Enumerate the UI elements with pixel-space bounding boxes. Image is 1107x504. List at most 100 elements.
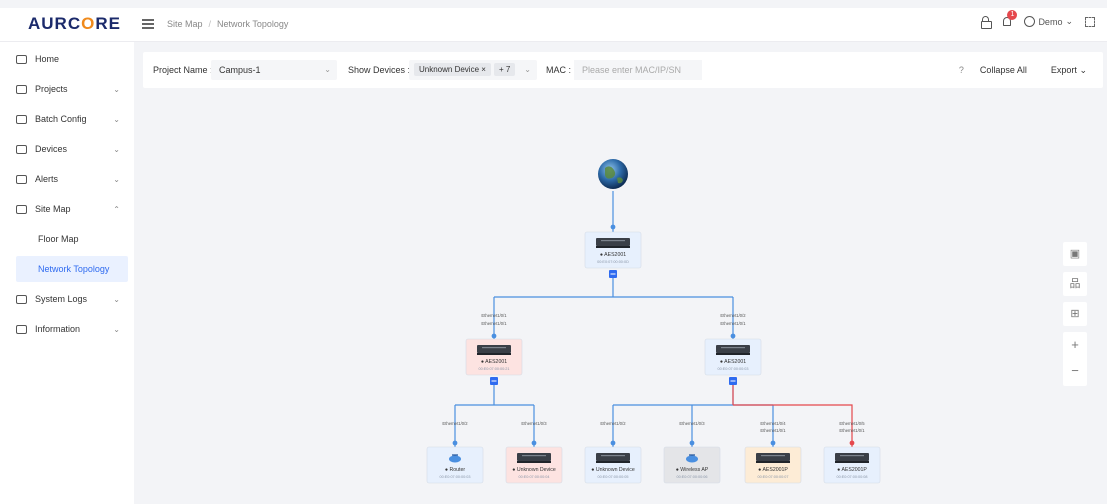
layout-horizontal-icon[interactable]: ⊞	[1063, 302, 1087, 326]
sidebar-item-home[interactable]: Home	[16, 45, 128, 73]
device-more-tag: + 7	[493, 63, 516, 76]
device-name: ● AES2001P	[837, 467, 867, 473]
device-name: ● AES2001	[720, 359, 746, 365]
device-name: ● Wireless AP	[676, 467, 709, 473]
sidebar-sub-floor-map[interactable]: Floor Map	[16, 226, 128, 252]
sidebar-item-devices[interactable]: Devices ⌄	[16, 135, 128, 163]
devices-select[interactable]: Unknown Device × + 7 ⌄	[409, 60, 537, 80]
devices-icon	[16, 144, 27, 154]
switch-base	[517, 461, 551, 463]
show-devices-label: Show Devices :	[348, 65, 411, 75]
chevron-down-icon: ⌄	[113, 84, 120, 94]
switch-ports	[761, 455, 785, 457]
sidebar: Home Projects ⌄ Batch Config ⌄ Devices ⌄ Al…	[0, 42, 134, 504]
device-mac: 00:E0:07:00:00:08	[836, 475, 867, 479]
internet-globe-icon[interactable]	[598, 159, 628, 189]
collapse-toggle-root[interactable]	[609, 270, 617, 278]
sidebar-item-label: Devices	[35, 144, 68, 154]
device-node-level2[interactable]: ● AES2001P 00:E0:07:00:00:07	[744, 446, 802, 484]
device-name: ● AES2001P	[758, 467, 788, 473]
switch-body	[517, 453, 551, 461]
device-mac: 00:E0:07:00:00:03	[439, 475, 470, 479]
sidebar-item-alerts[interactable]: Alerts ⌄	[16, 165, 128, 193]
device-name: ● Unknown Device	[512, 467, 556, 473]
mac-search-input[interactable]: Please enter MAC/IP/SN	[574, 60, 702, 80]
export-label: Export	[1050, 65, 1077, 75]
system-logs-icon	[16, 294, 27, 304]
brand-logo: AURCORE	[28, 14, 121, 33]
save-image-icon[interactable]: ▣	[1063, 242, 1087, 266]
device-name: ● AES2001	[481, 359, 507, 365]
port-label: Ethernet1/0/4	[760, 421, 786, 426]
chevron-down-icon: ⌄	[113, 114, 120, 124]
port-label: Ethernet1/0/5	[839, 421, 865, 426]
projects-icon	[16, 84, 27, 94]
switch-ports	[601, 240, 625, 242]
sidebar-item-site-map[interactable]: Site Map ⌃	[16, 195, 128, 223]
project-select[interactable]: Campus-1 ⌄	[211, 60, 337, 80]
sidebar-item-label: Projects	[35, 84, 68, 94]
sidebar-item-label: Information	[35, 324, 81, 334]
collapse-toggle-level1[interactable]	[490, 377, 498, 385]
sidebar-item-batch-config[interactable]: Batch Config ⌄	[16, 105, 128, 133]
sidebar-sub-network-topology[interactable]: Network Topology	[16, 256, 128, 282]
device-mac: 00:E0:07:00:00:07	[757, 475, 788, 479]
device-node-level1[interactable]: ● AES2001 00:E0:07:00:00:03	[704, 338, 762, 376]
minus-glyph	[491, 380, 497, 382]
user-avatar-icon	[1024, 16, 1036, 27]
user-menu[interactable]: Demo ⌄	[1024, 16, 1073, 27]
link-dot	[491, 333, 497, 339]
layout-tree-icon[interactable]: 品	[1063, 272, 1087, 296]
port-label: Ethernet1/0/1	[481, 313, 507, 318]
app-root: AURCORE Site Map / Network Topology 1 Demo…	[0, 0, 1107, 504]
switch-base	[477, 353, 511, 355]
switch-base	[835, 461, 869, 463]
menu-toggle-icon[interactable]	[142, 19, 154, 29]
switch-body	[596, 238, 630, 246]
breadcrumb-item[interactable]: Site Map	[167, 19, 203, 29]
device-mac: 00:E0:07:00:00:0D	[597, 260, 629, 264]
zoom-in-button[interactable]: +	[1063, 332, 1087, 358]
chevron-down-icon: ⌄	[524, 65, 531, 74]
device-node-level2[interactable]: ● Router 00:E0:07:00:00:03	[426, 446, 484, 484]
switch-ports	[482, 347, 506, 349]
zoom-out-button[interactable]: −	[1063, 358, 1087, 384]
fullscreen-icon[interactable]	[1085, 16, 1095, 27]
bell-icon[interactable]: 1	[1002, 10, 1018, 27]
lock-icon[interactable]	[981, 16, 993, 29]
port-label: Ethernet1/0/1	[720, 321, 746, 326]
alerts-icon	[16, 174, 27, 184]
device-node-level1[interactable]: ● AES2001 00:E0:07:00:00:21	[465, 338, 523, 376]
switch-body	[596, 453, 630, 461]
close-icon[interactable]: ×	[481, 65, 486, 74]
link-dot	[689, 440, 695, 446]
switch-base	[596, 246, 630, 248]
port-label: Ethernet1/0/2	[442, 421, 468, 426]
collapse-all-button[interactable]: Collapse All	[971, 60, 1035, 80]
sidebar-item-projects[interactable]: Projects ⌄	[16, 75, 128, 103]
device-node-level2[interactable]: ● Unknown Device 00:E0:07:00:00:05	[584, 446, 642, 484]
switch-ports	[721, 347, 745, 349]
link-right-children	[612, 385, 774, 447]
device-mac: 00:E0:07:00:00:06	[676, 475, 707, 479]
device-tag: Unknown Device ×	[414, 63, 491, 76]
topology-canvas[interactable]: ● AES2001 00:E0:07:00:00:0D Ethernet1/0/1 E…	[143, 96, 1103, 504]
sidebar-item-information[interactable]: Information ⌄	[16, 315, 128, 343]
device-node-level2[interactable]: ● AES2001P 00:E0:07:00:00:08	[823, 446, 881, 484]
device-node-level2[interactable]: ● Unknown Device 00:E0:07:00:00:04	[505, 446, 563, 484]
link-left-children	[454, 385, 535, 447]
collapse-toggle-level1[interactable]	[729, 377, 737, 385]
port-label: Ethernet1/0/1	[760, 428, 786, 433]
breadcrumb: Site Map / Network Topology	[167, 19, 289, 29]
device-node-root[interactable]: ● AES2001 00:E0:07:00:00:0D	[584, 231, 642, 269]
device-node-level2[interactable]: ● Wireless AP 00:E0:07:00:00:06	[663, 446, 721, 484]
project-select-value: Campus-1	[219, 65, 261, 75]
home-icon	[16, 54, 27, 64]
chevron-down-icon: ⌄	[113, 294, 120, 304]
chevron-down-icon: ⌄	[113, 174, 120, 184]
help-icon[interactable]: ?	[959, 65, 964, 75]
sidebar-item-system-logs[interactable]: System Logs ⌄	[16, 285, 128, 313]
export-button[interactable]: Export ⌄	[1042, 60, 1095, 80]
port-label: Ethernet1/0/1	[481, 321, 507, 326]
topology-links	[452, 191, 855, 447]
